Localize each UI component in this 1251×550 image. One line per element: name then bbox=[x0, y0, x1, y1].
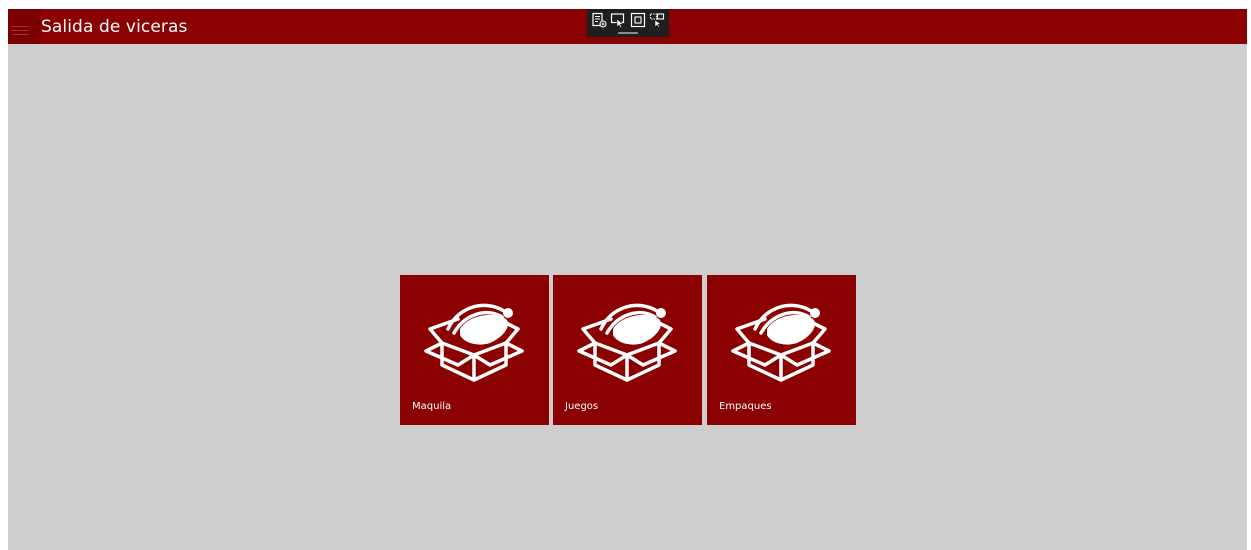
page-title: Salida de viceras bbox=[41, 17, 188, 37]
tile-maquila[interactable]: Maquila bbox=[400, 275, 549, 425]
open-box-icon bbox=[731, 303, 831, 382]
tile-label: Juegos bbox=[565, 401, 599, 412]
select-element-button[interactable] bbox=[610, 12, 626, 28]
track-focused-element-button[interactable] bbox=[649, 12, 665, 28]
tile-empaques[interactable]: Empaques bbox=[707, 275, 856, 425]
title-bar: Salida de viceras bbox=[8, 9, 1247, 44]
tile-juegos[interactable]: Juegos bbox=[553, 275, 702, 425]
display-layout-adorners-icon bbox=[630, 12, 646, 28]
hamburger-line bbox=[12, 26, 29, 27]
hamburger-menu-button[interactable] bbox=[8, 9, 41, 44]
open-box-icon bbox=[577, 303, 677, 382]
tile-label: Maquila bbox=[412, 401, 452, 412]
live-visual-tree-button[interactable] bbox=[591, 12, 607, 28]
display-layout-adorners-button[interactable] bbox=[630, 12, 646, 28]
hamburger-line bbox=[12, 34, 29, 35]
track-focused-element-icon bbox=[649, 13, 665, 28]
xaml-debug-toolbar bbox=[587, 9, 669, 37]
toolbar-collapse-handle[interactable] bbox=[618, 32, 638, 34]
app-window: Salida de viceras Maquila Juegos Empaque… bbox=[8, 9, 1247, 550]
open-box-icon bbox=[424, 303, 524, 382]
hamburger-line bbox=[12, 30, 29, 31]
live-visual-tree-icon bbox=[592, 12, 607, 28]
select-element-icon bbox=[610, 13, 625, 28]
tile-label: Empaques bbox=[719, 401, 772, 412]
